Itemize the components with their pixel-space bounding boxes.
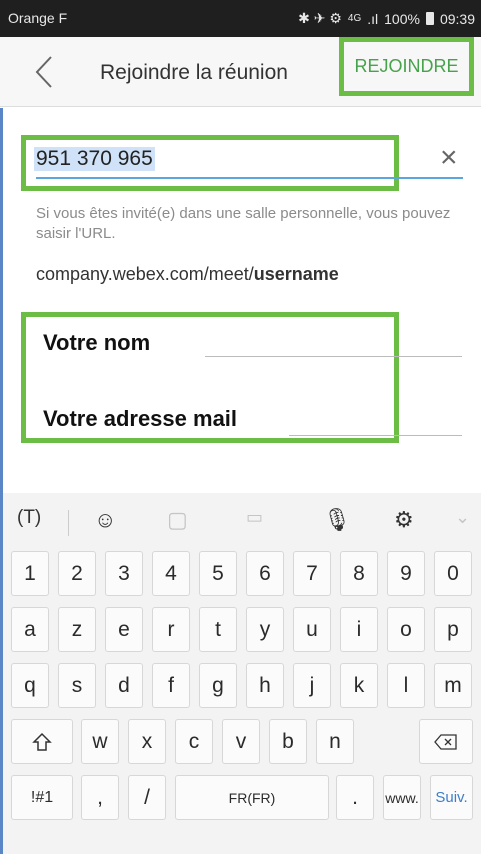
clock: 09:39 <box>439 10 475 27</box>
input-underline <box>36 177 463 179</box>
key-r[interactable]: r <box>152 607 190 652</box>
key-6[interactable]: 6 <box>246 551 284 596</box>
signal-icon: .ıl <box>367 10 379 27</box>
status-bar: Orange F ✱ ✈ ⚙ 4G .ıl 100% 09:39 <box>0 0 481 37</box>
text-cursor-icon[interactable]: (T) <box>17 507 41 529</box>
key-e[interactable]: e <box>105 607 143 652</box>
smiley-icon[interactable]: ☺ <box>94 507 116 533</box>
space-key[interactable]: FR(FR) <box>175 775 329 820</box>
key-o[interactable]: o <box>387 607 425 652</box>
system-icons: ✱ ✈ ⚙ <box>298 10 342 26</box>
key-v[interactable]: v <box>222 719 260 764</box>
key-c[interactable]: c <box>175 719 213 764</box>
url-prefix: company.webex.com/meet/ <box>36 264 254 284</box>
next-key[interactable]: Suiv. <box>430 775 473 820</box>
key-t[interactable]: t <box>199 607 237 652</box>
key-j[interactable]: j <box>293 663 331 708</box>
backspace-key[interactable] <box>419 719 473 764</box>
join-form: 951 370 965 × Si vous êtes invité(e) dan… <box>0 108 481 493</box>
settings-icon[interactable]: ⚙ <box>394 507 414 533</box>
network-type: 4G <box>347 13 362 24</box>
letter-row-2: q s d f g h j k l m <box>11 663 481 710</box>
battery-icon <box>425 12 434 25</box>
key-p[interactable]: p <box>434 607 472 652</box>
url-username: username <box>253 264 339 284</box>
slash-key[interactable]: / <box>128 775 166 820</box>
keyboard-toolbar: (T) ☺ ▢ ▭ 🎙 ⚙ ⌄ <box>3 493 481 548</box>
key-d[interactable]: d <box>105 663 143 708</box>
key-0[interactable]: 0 <box>434 551 472 596</box>
carrier-name: Orange F <box>8 10 68 26</box>
key-k[interactable]: k <box>340 663 378 708</box>
toolbar-divider <box>68 510 69 536</box>
key-q[interactable]: q <box>11 663 49 708</box>
url-example: company.webex.com/meet/username <box>36 264 339 285</box>
key-5[interactable]: 5 <box>199 551 237 596</box>
email-underline <box>289 435 462 436</box>
key-u[interactable]: u <box>293 607 331 652</box>
battery-percent: 100% <box>384 10 420 27</box>
meeting-number-input[interactable]: 951 370 965 <box>34 147 155 171</box>
email-field[interactable]: Votre adresse mail <box>35 402 290 436</box>
key-8[interactable]: 8 <box>340 551 378 596</box>
app-bar: Rejoindre la réunion REJOINDRE <box>0 37 481 107</box>
key-f[interactable]: f <box>152 663 190 708</box>
key-2[interactable]: 2 <box>58 551 96 596</box>
key-h[interactable]: h <box>246 663 284 708</box>
bottom-row: !#1 , / FR(FR) . www. Suiv. <box>11 775 481 822</box>
letter-row-1: a z e r t y u i o p <box>11 607 481 654</box>
key-7[interactable]: 7 <box>293 551 331 596</box>
name-underline <box>205 356 462 357</box>
status-icons: ✱ ✈ ⚙ 4G .ıl 100% 09:39 <box>298 10 475 27</box>
key-m[interactable]: m <box>434 663 472 708</box>
chevron-down-icon[interactable]: ⌄ <box>455 507 470 528</box>
key-l[interactable]: l <box>387 663 425 708</box>
key-x[interactable]: x <box>128 719 166 764</box>
number-row: 1 2 3 4 5 6 7 8 9 0 <box>11 551 481 598</box>
key-9[interactable]: 9 <box>387 551 425 596</box>
shift-key[interactable] <box>11 719 73 764</box>
key-z[interactable]: z <box>58 607 96 652</box>
key-3[interactable]: 3 <box>105 551 143 596</box>
symbols-key[interactable]: !#1 <box>11 775 73 820</box>
key-a[interactable]: a <box>11 607 49 652</box>
chevron-left-icon <box>35 56 52 88</box>
backspace-icon <box>434 733 457 750</box>
sticker-icon[interactable]: ▢ <box>167 507 188 533</box>
page-title: Rejoindre la réunion <box>100 61 288 84</box>
key-b[interactable]: b <box>269 719 307 764</box>
comma-key[interactable]: , <box>81 775 119 820</box>
microphone-icon[interactable]: 🎙 <box>323 507 351 533</box>
name-field[interactable]: Votre nom <box>35 326 205 360</box>
key-n[interactable]: n <box>316 719 354 764</box>
shift-icon <box>32 732 52 751</box>
key-y[interactable]: y <box>246 607 284 652</box>
period-key[interactable]: . <box>336 775 374 820</box>
key-4[interactable]: 4 <box>152 551 190 596</box>
join-button[interactable]: REJOINDRE <box>339 37 474 96</box>
key-1[interactable]: 1 <box>11 551 49 596</box>
key-w[interactable]: w <box>81 719 119 764</box>
key-i[interactable]: i <box>340 607 378 652</box>
keyboard: (T) ☺ ▢ ▭ 🎙 ⚙ ⌄ 1 2 3 4 5 6 7 8 9 0 a z … <box>0 493 481 854</box>
www-key[interactable]: www. <box>383 775 421 820</box>
gif-icon[interactable]: ▭ <box>246 507 263 528</box>
letter-row-3: w x c v b n <box>11 719 481 766</box>
helper-text: Si vous êtes invité(e) dans une salle pe… <box>36 205 451 242</box>
clear-icon[interactable]: × <box>440 143 458 173</box>
key-g[interactable]: g <box>199 663 237 708</box>
back-button[interactable] <box>33 55 57 89</box>
key-s[interactable]: s <box>58 663 96 708</box>
